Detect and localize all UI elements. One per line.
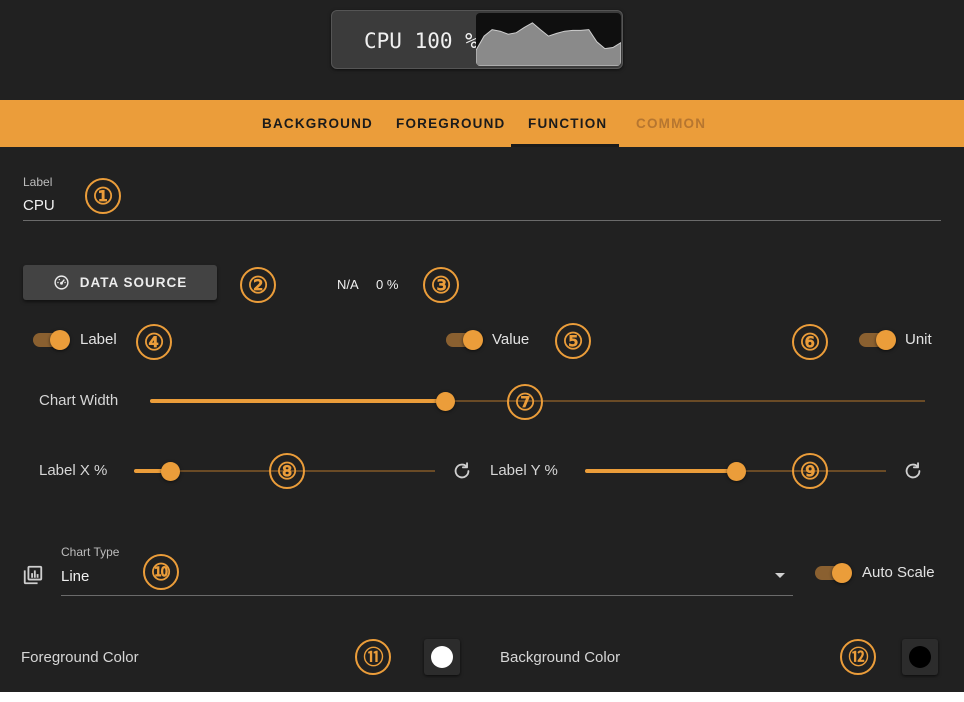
label-y-slider[interactable] (585, 461, 886, 481)
chart-width-label: Chart Width (39, 392, 119, 409)
label-toggle-text: Label (80, 331, 117, 348)
chevron-down-icon[interactable] (775, 573, 785, 578)
annotation-4: ④ (136, 324, 172, 360)
widget-preview: CPU 100 % (331, 10, 623, 69)
annotation-3: ③ (423, 267, 459, 303)
annotation-2: ② (240, 267, 276, 303)
chart-width-slider-thumb[interactable] (435, 392, 455, 411)
annotation-1: ① (85, 178, 121, 214)
annotation-12: ⑫ (840, 639, 876, 675)
reset-label-x-icon[interactable] (451, 460, 473, 482)
foreground-color-label: Foreground Color (21, 649, 139, 666)
annotation-8: ⑧ (269, 453, 305, 489)
label-field-underline (23, 220, 941, 221)
active-tab-indicator (511, 144, 619, 147)
annotation-5: ⑤ (555, 323, 591, 359)
reset-label-y-icon[interactable] (902, 460, 924, 482)
unit-toggle-text: Unit (905, 331, 932, 348)
annotation-9: ⑨ (792, 453, 828, 489)
tab-function[interactable]: FUNCTION (528, 100, 607, 147)
settings-panel: CPU 100 % BACKGROUND FOREGROUND FUNCTION… (0, 0, 964, 692)
background-color-label: Background Color (500, 649, 621, 666)
tab-background[interactable]: BACKGROUND (262, 100, 373, 147)
data-source-name: N/A (337, 277, 359, 292)
data-source-label: DATA SOURCE (79, 275, 188, 290)
chart-type-value[interactable]: Line (61, 568, 89, 585)
annotation-6: ⑥ (792, 324, 828, 360)
background-color-swatch (909, 646, 931, 668)
tab-bar: BACKGROUND FOREGROUND FUNCTION COMMON (0, 100, 964, 147)
preview-sparkline (476, 13, 621, 66)
value-toggle[interactable] (445, 328, 483, 350)
label-field-value[interactable]: CPU (23, 197, 55, 214)
data-source-button[interactable]: DATA SOURCE (23, 265, 217, 300)
gauge-icon (54, 275, 69, 290)
chart-library-icon (23, 565, 43, 585)
foreground-color-swatch (431, 646, 453, 668)
label-x-label: Label X % (39, 462, 108, 479)
chart-type-underline (61, 595, 793, 596)
background-color-picker[interactable] (902, 639, 938, 675)
annotation-7: ⑦ (507, 384, 543, 420)
label-x-slider-thumb[interactable] (161, 462, 181, 481)
auto-scale-toggle[interactable] (814, 561, 852, 583)
label-toggle[interactable] (32, 328, 70, 350)
label-field-caption: Label (23, 175, 53, 189)
chart-type-caption: Chart Type (61, 545, 120, 559)
annotation-10: ⑩ (143, 554, 179, 590)
tab-common: COMMON (636, 116, 707, 131)
annotation-11: ⑪ (355, 639, 391, 675)
value-toggle-text: Value (492, 331, 530, 348)
label-y-label: Label Y % (490, 462, 558, 479)
unit-toggle[interactable] (858, 328, 896, 350)
tab-foreground[interactable]: FOREGROUND (396, 100, 506, 147)
auto-scale-toggle-text: Auto Scale (862, 564, 935, 581)
sparkline-area (476, 22, 621, 66)
label-y-slider-thumb[interactable] (726, 462, 746, 481)
foreground-color-picker[interactable] (424, 639, 460, 675)
preview-value-text: CPU 100 % (364, 29, 478, 53)
data-source-value: 0 % (376, 277, 399, 292)
